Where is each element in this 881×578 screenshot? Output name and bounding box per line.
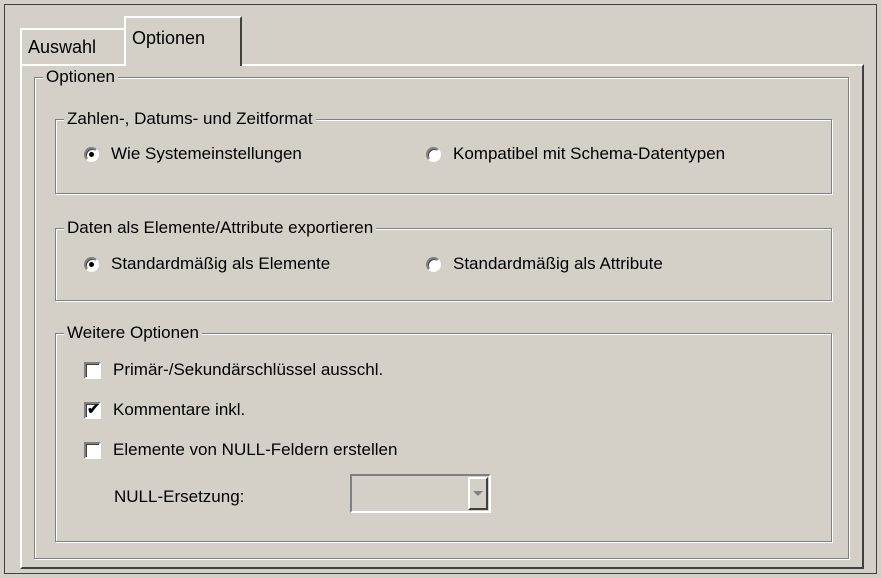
null-replacement-label-text: NULL-Ersetzung:: [114, 487, 245, 506]
null-replacement-dropdown[interactable]: [350, 474, 491, 513]
checkbox-null-elements[interactable]: Elemente von NULL-Feldern erstellen: [84, 440, 397, 460]
options-group: Optionen Zahlen-, Datums- und Zeitformat…: [34, 66, 849, 559]
tab-auswahl-label: Auswahl: [28, 37, 97, 57]
null-replacement-dropdown-button[interactable]: [468, 477, 488, 510]
checkbox-include-comments-box[interactable]: ✔: [84, 400, 101, 419]
radio-schema-datatypes-button[interactable]: [426, 146, 441, 162]
checkbox-include-comments[interactable]: ✔ Kommentare inkl.: [84, 400, 245, 420]
radio-as-elements-label: Standardmäßig als Elemente: [111, 254, 331, 273]
more-options-group-title: Weitere Optionen: [64, 322, 202, 344]
options-group-title: Optionen: [43, 66, 118, 88]
checkbox-exclude-keys-label: Primär-/Sekundärschlüssel ausschl.: [113, 360, 384, 379]
number-format-group-title: Zahlen-, Datums- und Zeitformat: [64, 108, 316, 130]
number-format-group: Zahlen-, Datums- und Zeitformat Wie Syst…: [55, 108, 832, 194]
more-options-group: Weitere Optionen Primär-/Sekundärschlüss…: [55, 322, 832, 542]
radio-system-settings[interactable]: Wie Systemeinstellungen: [84, 144, 302, 164]
radio-schema-datatypes-label: Kompatibel mit Schema-Datentypen: [453, 144, 726, 163]
options-tab-panel: Optionen Zahlen-, Datums- und Zeitformat…: [20, 64, 864, 569]
radio-as-attributes-label: Standardmäßig als Attribute: [453, 254, 663, 273]
checkbox-exclude-keys[interactable]: Primär-/Sekundärschlüssel ausschl.: [84, 360, 383, 380]
checkbox-include-comments-label: Kommentare inkl.: [113, 400, 246, 419]
checkbox-null-elements-box[interactable]: [84, 441, 101, 459]
check-icon: ✔: [87, 400, 100, 418]
tab-auswahl[interactable]: Auswahl: [20, 28, 126, 64]
radio-schema-datatypes[interactable]: Kompatibel mit Schema-Datentypen: [426, 144, 725, 164]
radio-system-settings-label: Wie Systemeinstellungen: [111, 144, 302, 163]
export-as-group-title: Daten als Elemente/Attribute exportieren: [64, 217, 377, 239]
radio-system-settings-button[interactable]: [84, 146, 99, 162]
checkbox-exclude-keys-box[interactable]: [84, 361, 101, 379]
tab-optionen-label: Optionen: [132, 28, 206, 48]
radio-as-elements-button[interactable]: [84, 256, 99, 272]
tab-optionen[interactable]: Optionen: [124, 16, 242, 66]
checkbox-null-elements-label: Elemente von NULL-Feldern erstellen: [113, 440, 398, 459]
radio-as-attributes-button[interactable]: [426, 256, 441, 272]
null-replacement-label: NULL-Ersetzung:: [114, 487, 244, 507]
chevron-down-icon: [473, 491, 483, 496]
export-as-group: Daten als Elemente/Attribute exportieren…: [55, 217, 832, 301]
radio-as-attributes[interactable]: Standardmäßig als Attribute: [426, 254, 663, 274]
radio-as-elements[interactable]: Standardmäßig als Elemente: [84, 254, 330, 274]
